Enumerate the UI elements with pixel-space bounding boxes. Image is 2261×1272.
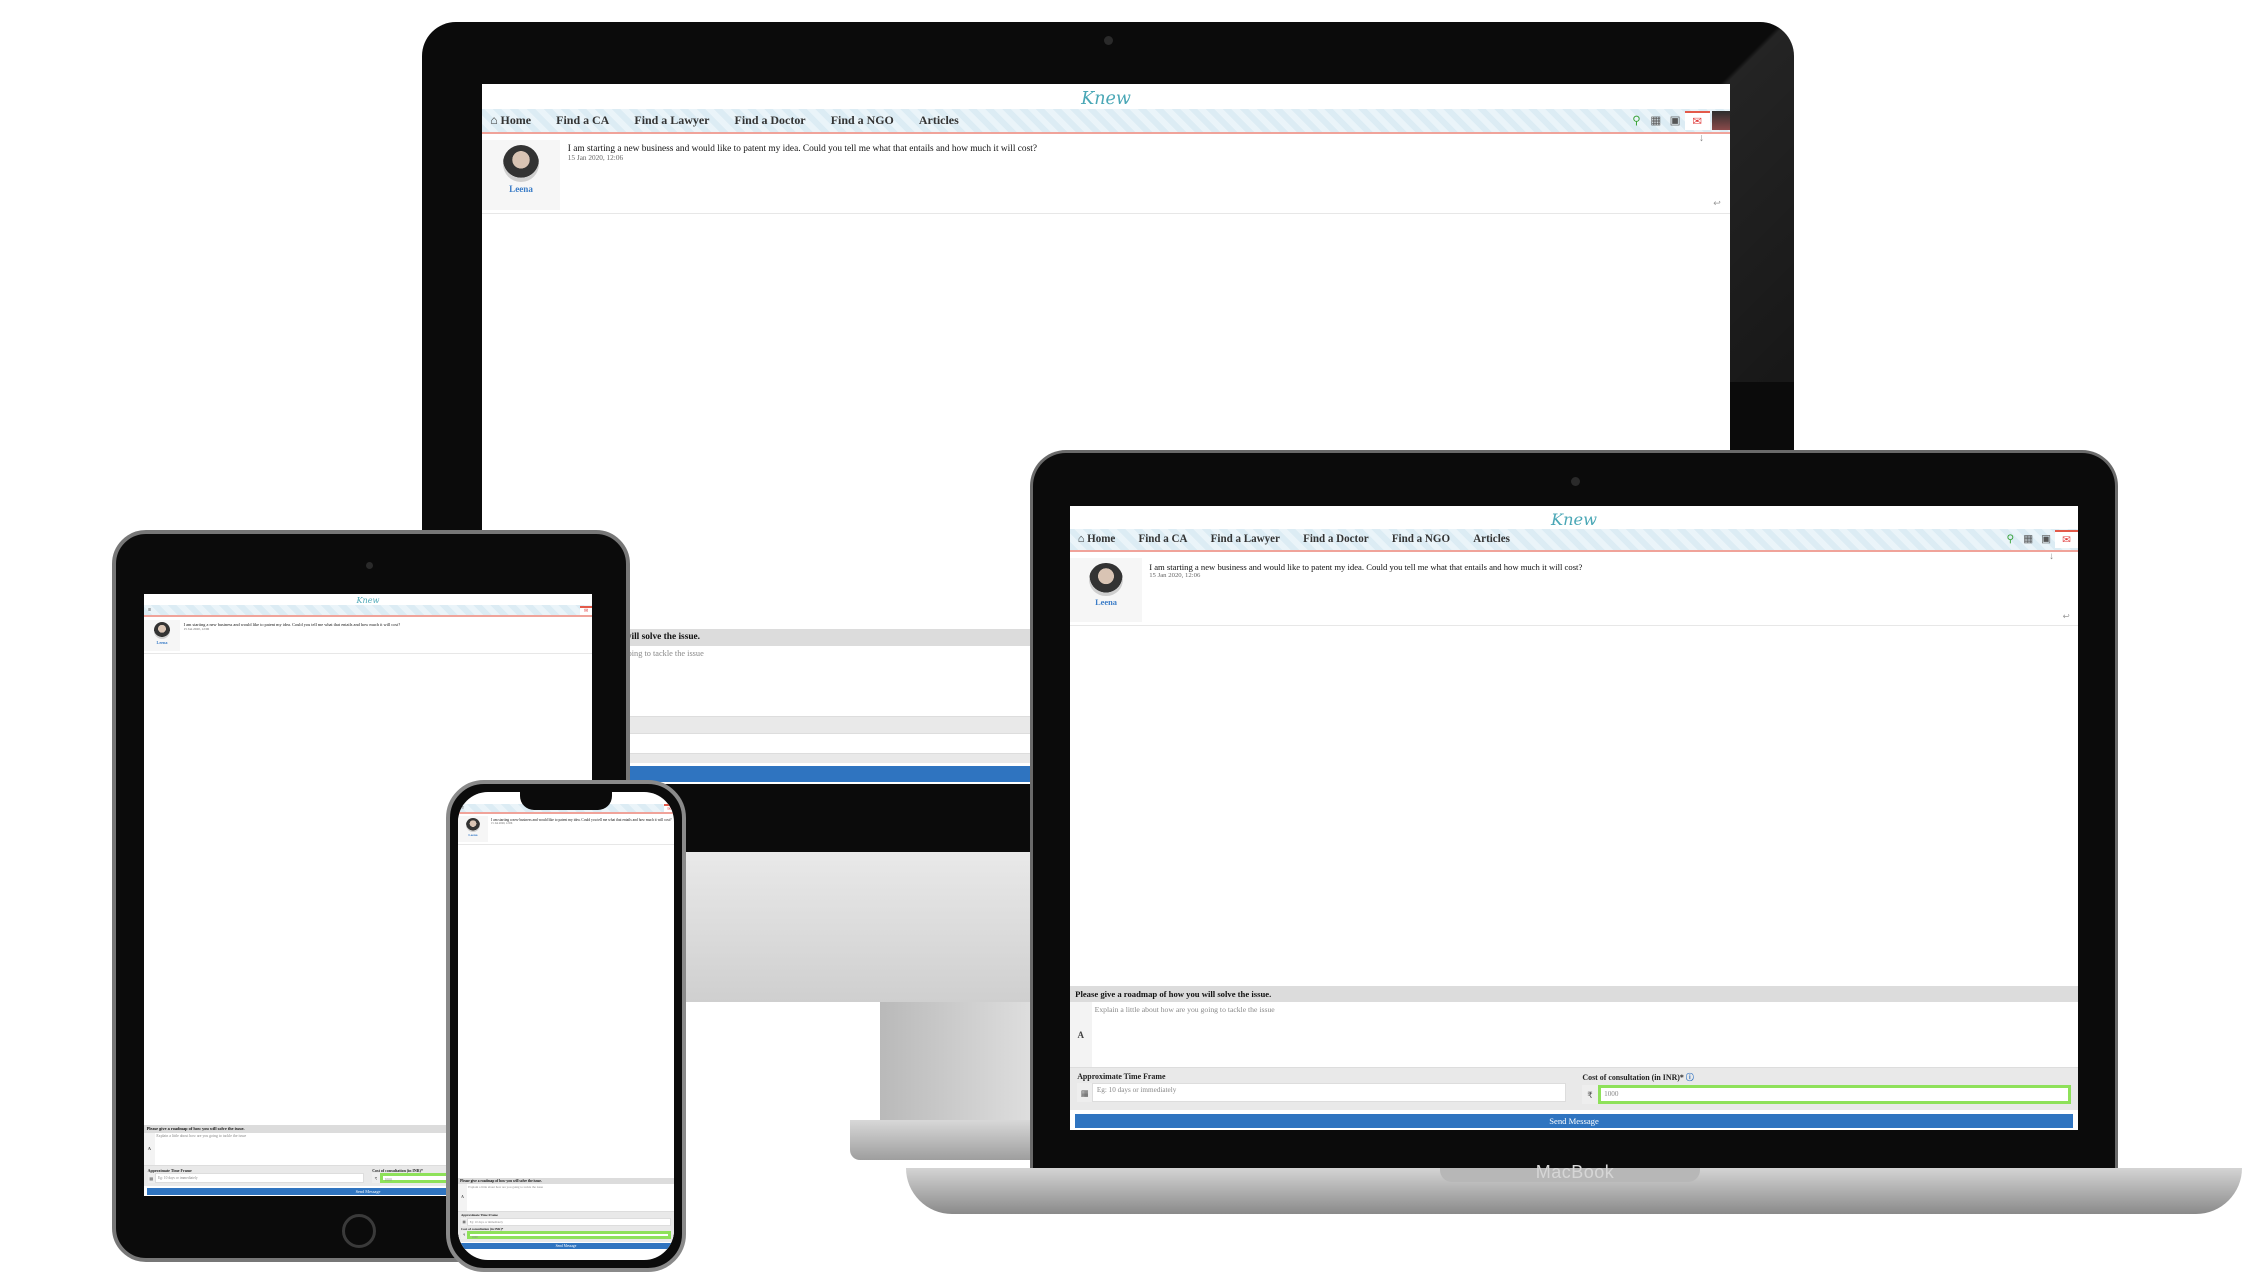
timeframe-input[interactable]: Eg: 10 days or immediately (467, 1217, 671, 1226)
mail-icon[interactable]: ✉ (580, 605, 592, 615)
roadmap-textarea[interactable]: Explain a little about how are you going… (1092, 1002, 2078, 1067)
top-nav: ⌂ Home Find a CA Find a Lawyer Find a Do… (1070, 528, 2078, 552)
menu-icon[interactable]: ≡ (461, 805, 464, 810)
nav-find-doctor[interactable]: Find a Doctor (735, 113, 806, 128)
nav-find-lawyer[interactable]: Find a Lawyer (1211, 533, 1280, 545)
calendar-icon[interactable]: ▦ (2019, 530, 2037, 548)
brand-logo[interactable]: Knew (1070, 506, 2078, 529)
text-format-icon[interactable]: A (458, 1184, 467, 1211)
message-date: 15 Jan 2020, 12:06 (183, 626, 210, 631)
menu-icon[interactable]: ≡ (148, 607, 151, 613)
nav-find-ca[interactable]: Find a CA (1138, 533, 1187, 545)
reply-icon[interactable]: ↩ (2063, 611, 2070, 621)
author-avatar (153, 622, 171, 640)
message-text: I am starting a new business and would l… (567, 144, 1037, 155)
ipad-camera (366, 562, 373, 569)
calendar-check-icon[interactable]: ▣ (1665, 111, 1684, 130)
message-item: Leena I am starting a new business and w… (458, 814, 674, 845)
cost-label: Cost of consultation (in INR)* ⓘ (1582, 1073, 1694, 1083)
ipad-home-button[interactable] (342, 1214, 376, 1248)
search-icon[interactable]: ⚲ (2001, 530, 2019, 548)
nav-home[interactable]: ⌂ Home (490, 113, 531, 128)
timeframe-label: Approximate Time Frame (1077, 1072, 1166, 1082)
search-icon[interactable]: ⚲ (1627, 111, 1646, 130)
macbook-camera (1571, 477, 1580, 486)
nav-find-ngo[interactable]: Find a NGO (831, 113, 894, 128)
message-date: 15 Jan 2020, 12:06 (491, 821, 513, 825)
nav-find-doctor[interactable]: Find a Doctor (1303, 533, 1369, 545)
message-text: I am starting a new business and would l… (491, 817, 672, 822)
nav-find-lawyer[interactable]: Find a Lawyer (634, 113, 709, 128)
send-message-button[interactable]: Send Message (460, 1243, 672, 1250)
message-item: Leena I am starting a new business and w… (1070, 551, 2078, 627)
macbook-screen: Knew ⌂ Home Find a CA Find a Lawyer Find… (1070, 506, 2078, 1130)
response-form: Please give a roadmap of how you will so… (1070, 986, 2078, 1130)
message-date: 15 Jan 2020, 12:06 (567, 154, 624, 163)
arrow-down-icon[interactable]: ↓ (1699, 133, 1704, 144)
nav-find-ngo[interactable]: Find a NGO (1392, 533, 1450, 545)
roadmap-textarea[interactable]: Explain a little about how are you going… (467, 1184, 674, 1211)
imac-camera (1104, 36, 1113, 45)
arrow-down-icon[interactable]: ↓ (2049, 551, 2054, 562)
nav-find-ca[interactable]: Find a CA (556, 113, 609, 128)
message-item: Leena I am starting a new business and w… (482, 133, 1730, 215)
macbook-label: MacBook (1535, 1162, 1615, 1182)
user-avatar[interactable] (1712, 110, 1730, 130)
reply-icon[interactable]: ↩ (1713, 198, 1721, 209)
message-item: Leena I am starting a new business and w… (144, 617, 592, 655)
phone-notch (520, 792, 612, 810)
timeframe-input[interactable]: Eg: 10 days or immediately (155, 1173, 364, 1184)
send-message-button[interactable]: Send Message (1075, 1113, 2073, 1129)
author-avatar (502, 145, 540, 182)
message-text: I am starting a new business and would l… (1149, 561, 1583, 572)
nav-home[interactable]: ⌂ Home (1078, 533, 1116, 545)
calendar-icon[interactable]: ▦ (1646, 111, 1665, 130)
author-name[interactable]: Leena (144, 640, 180, 645)
brand-logo[interactable]: Knew (482, 84, 1730, 109)
timeframe-label: Approximate Time Frame (147, 1167, 192, 1173)
nav-articles[interactable]: Articles (919, 113, 959, 128)
nav-articles[interactable]: Articles (1473, 533, 1510, 545)
author-name[interactable]: Leena (1070, 598, 1142, 607)
mail-icon[interactable]: ✉ (2054, 530, 2078, 549)
author-avatar (466, 818, 480, 833)
timeframe-input[interactable]: Eg: 10 days or immediately (1092, 1082, 1566, 1103)
phone-screen: ≡ ✉ Leena I am starting a new business a… (458, 792, 674, 1260)
brand-logo[interactable]: Knew (144, 594, 592, 605)
author-name[interactable]: Leena (458, 833, 488, 837)
author-avatar (1089, 562, 1123, 597)
calendar-icon: ▦ (147, 1173, 156, 1184)
top-nav: ≡ ✉ (144, 605, 592, 617)
response-form: Please give a roadmap of how you will so… (458, 1177, 674, 1250)
top-nav: ⌂ Home Find a CA Find a Lawyer Find a Do… (482, 108, 1730, 134)
timeframe-label: Approximate Time Frame (461, 1213, 498, 1218)
cost-input[interactable]: 1000 (467, 1231, 671, 1240)
info-icon: ⓘ (1685, 1073, 1694, 1083)
mail-icon[interactable]: ✉ (1684, 110, 1710, 130)
text-format-icon[interactable]: A (1070, 1002, 1092, 1068)
calendar-icon: ▦ (1077, 1082, 1093, 1103)
rupee-icon: ₹ (372, 1173, 380, 1184)
cost-label: Cost of consultation (in INR)* (461, 1226, 504, 1231)
cost-input[interactable]: 1000 (1597, 1084, 2071, 1105)
calendar-check-icon[interactable]: ▣ (2037, 530, 2055, 548)
message-date: 15 Jan 2020, 12:06 (1149, 571, 1201, 579)
text-format-icon[interactable]: A (144, 1132, 155, 1165)
author-name[interactable]: Leena (482, 184, 560, 194)
roadmap-label: Please give a roadmap of how you will so… (1070, 986, 2078, 1003)
rupee-icon: ₹ (1582, 1084, 1598, 1105)
message-text: I am starting a new business and would l… (183, 621, 401, 627)
